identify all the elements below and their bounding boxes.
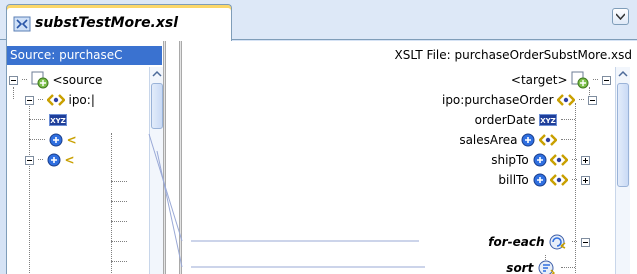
collapse-toggle[interactable]	[9, 70, 18, 90]
target-node-root[interactable]: <target>	[511, 69, 611, 89]
blue-attr-icon	[521, 133, 535, 146]
source-node-purchase-order[interactable]: ipo:|	[25, 89, 95, 109]
scroll-up-icon[interactable]	[151, 68, 163, 80]
blue-attr-icon	[47, 153, 61, 166]
tab-list-dropdown-button[interactable]	[612, 8, 629, 25]
source-tree[interactable]: <source ipo:| XYZ < <	[7, 67, 149, 274]
collapse-toggle[interactable]	[581, 232, 590, 252]
scroll-up-icon[interactable]	[617, 68, 629, 80]
document-node-icon	[571, 71, 589, 88]
source-node-text[interactable]: XYZ	[29, 109, 67, 129]
target-node-label: billTo	[498, 172, 529, 187]
source-node-child[interactable]	[111, 191, 127, 211]
target-pane-header: XSLT File: purchaseOrderSubstMore.xsd	[394, 48, 632, 62]
source-node-child[interactable]	[111, 231, 127, 251]
tab-title: substTestMore.xsl	[35, 15, 179, 31]
svg-text:XYZ: XYZ	[50, 117, 66, 125]
collapse-toggle[interactable]	[602, 70, 611, 90]
target-node-purchase-order[interactable]: ipo:purchaseOrder	[442, 89, 597, 109]
scroll-thumb[interactable]	[151, 83, 163, 129]
collapse-toggle[interactable]	[25, 90, 34, 110]
source-node-label: <	[66, 132, 77, 147]
target-node-label: sort	[506, 260, 534, 274]
target-node-for-each[interactable]: for-each	[488, 231, 590, 251]
source-node-attr-expandable[interactable]: <	[25, 149, 75, 169]
element-angle-icon	[550, 153, 569, 166]
target-node-label: <target>	[510, 72, 568, 87]
source-node-label: ipo:|	[68, 92, 95, 107]
for-each-icon	[549, 234, 566, 249]
target-node-order-date[interactable]: orderDate XYZ	[475, 109, 575, 129]
target-tree[interactable]: <target> ipo:purchaseOrder orderDate XYZ	[197, 67, 615, 274]
collapse-toggle[interactable]	[25, 150, 34, 170]
editor-tab-strip: substTestMore.xsl	[0, 0, 637, 41]
source-node-root[interactable]: <source	[9, 69, 102, 89]
source-node-label: <	[64, 152, 75, 167]
scroll-thumb[interactable]	[617, 83, 629, 187]
expand-toggle[interactable]	[581, 170, 590, 190]
mapping-canvas[interactable]	[163, 41, 191, 274]
element-angle-icon	[46, 93, 65, 106]
target-node-label: salesArea	[459, 132, 518, 147]
expand-toggle[interactable]	[581, 150, 590, 170]
source-scrollbar[interactable]	[149, 67, 163, 274]
target-node-sales-area[interactable]: salesArea	[459, 129, 575, 149]
target-node-label: shipTo	[491, 152, 529, 167]
target-node-label: for-each	[488, 234, 545, 249]
element-angle-icon	[557, 93, 576, 106]
blue-attr-icon	[533, 173, 547, 186]
target-scrollbar[interactable]	[615, 67, 630, 274]
source-node-attr[interactable]: <	[29, 129, 77, 149]
xyz-text-icon: XYZ	[539, 113, 558, 126]
source-node-label: <source	[52, 72, 103, 87]
chevron-down-icon	[616, 13, 625, 20]
svg-text:XYZ: XYZ	[540, 117, 556, 125]
element-angle-icon	[539, 133, 558, 146]
blue-attr-icon	[49, 133, 63, 146]
source-node-child[interactable]	[111, 251, 127, 271]
splitter-bar[interactable]	[163, 41, 166, 274]
document-node-icon	[31, 71, 49, 88]
target-node-ship-to[interactable]: shipTo	[491, 149, 590, 169]
blue-attr-icon	[533, 153, 547, 166]
xsl-file-icon	[13, 16, 31, 32]
element-angle-icon	[550, 173, 569, 186]
source-node-child[interactable]	[111, 171, 127, 191]
source-node-child[interactable]	[111, 211, 127, 231]
target-node-label: ipo:purchaseOrder	[441, 92, 554, 107]
splitter-bar[interactable]	[179, 41, 182, 274]
xyz-text-icon: XYZ	[48, 113, 67, 126]
target-node-sort[interactable]: sort	[506, 257, 575, 274]
target-node-label: orderDate	[474, 112, 536, 127]
collapse-toggle[interactable]	[588, 90, 597, 110]
editor-tab[interactable]: substTestMore.xsl	[6, 4, 232, 41]
sort-icon	[538, 260, 556, 274]
source-pane-header: Source: purchaseC	[7, 46, 162, 65]
target-node-bill-to[interactable]: billTo	[498, 169, 590, 189]
xslt-mapper-panels: Source: purchaseC <source ipo:| XYZ < < …	[6, 41, 637, 274]
